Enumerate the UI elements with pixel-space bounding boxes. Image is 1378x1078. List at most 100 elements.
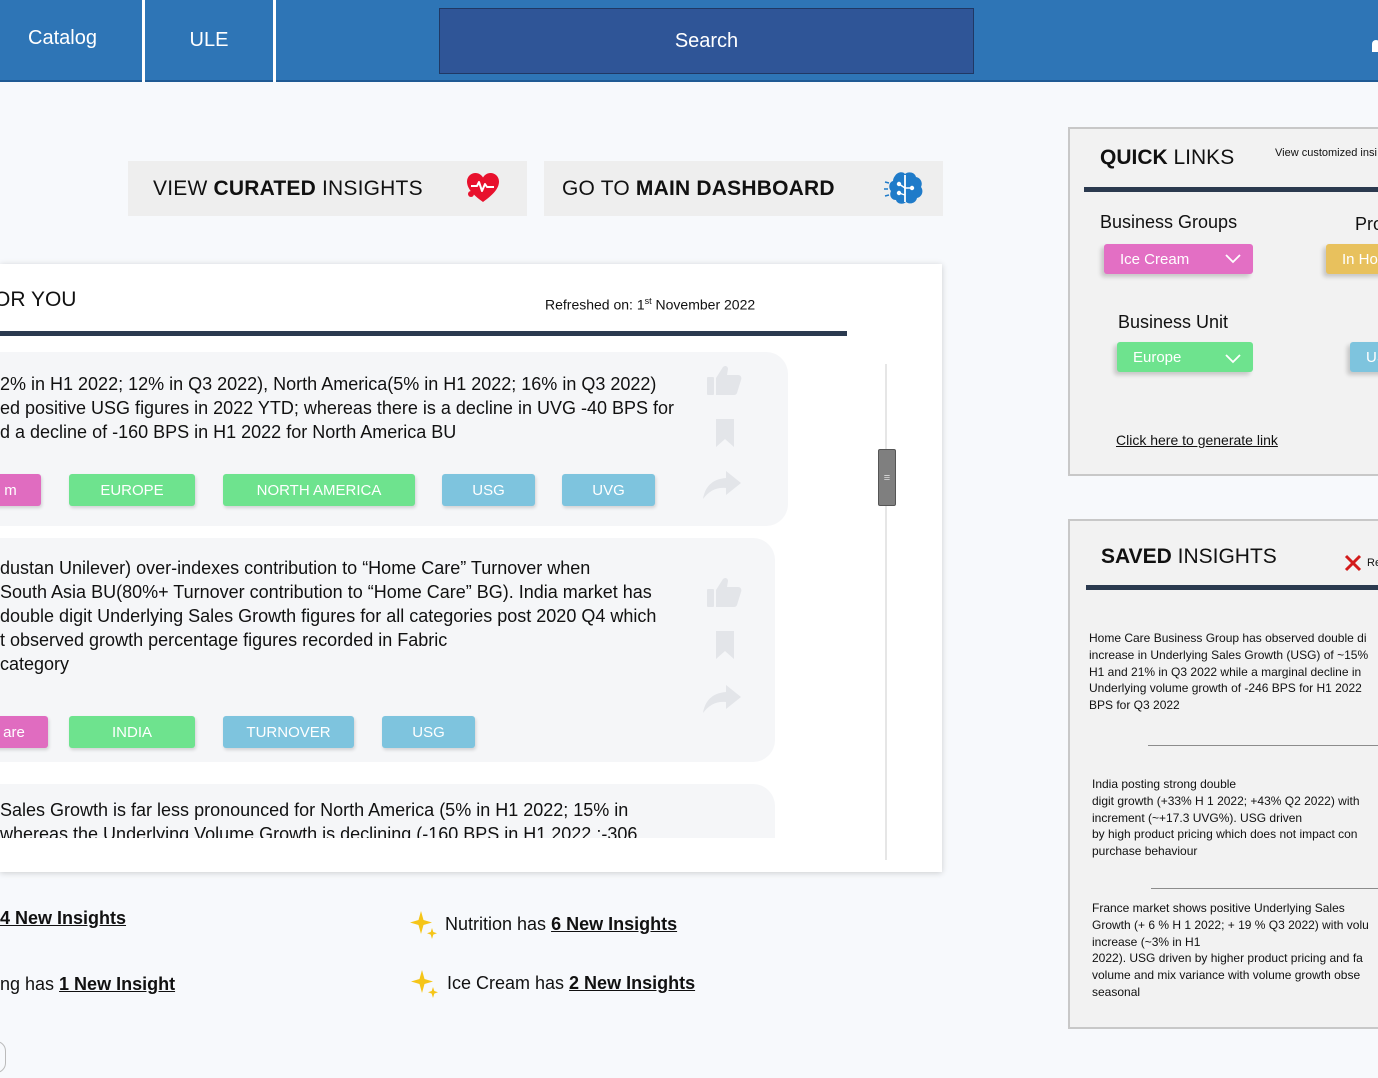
new-insights-item: 4 New Insights: [0, 908, 126, 929]
saved-divider: [1148, 745, 1378, 746]
generate-link[interactable]: Click here to generate link: [1116, 432, 1278, 448]
view-curated-insights-button[interactable]: VIEW CURATED INSIGHTS: [128, 161, 527, 216]
saved-line: Underlying volume growth of -246 BPS for…: [1089, 681, 1362, 696]
quick-links-title-rest: LINKS: [1167, 146, 1235, 169]
business-groups-value: Ice Cream: [1120, 250, 1190, 268]
insight-text: Sales Growth is far less pronounced for …: [0, 798, 637, 838]
refreshed-prefix: Refreshed on: 1: [545, 296, 645, 313]
insight-line: t observed growth percentage figures rec…: [0, 630, 448, 650]
saved-line: India posting strong double: [1092, 777, 1237, 791]
saved-line: France market shows positive Underlying …: [1092, 901, 1345, 915]
saved-line: seasonal: [1092, 984, 1141, 996]
quick-links-divider: [1084, 187, 1378, 192]
insight-card[interactable]: dustan Unilever) over-indexes contributi…: [0, 538, 775, 762]
tag-turnover[interactable]: TURNOVER: [223, 716, 354, 748]
bookmark-icon[interactable]: [715, 418, 735, 448]
saved-insights-title: SAVED INSIGHTS: [1101, 545, 1277, 569]
tag-business-group[interactable]: are: [0, 716, 48, 748]
chevron-down-icon: [1225, 254, 1241, 264]
remove-label[interactable]: Re: [1367, 557, 1378, 569]
quick-links-panel: QUICK LINKS View customized insi Busines…: [1068, 127, 1378, 476]
insight-line: double digit Underlying Sales Growth fig…: [0, 606, 657, 626]
business-unit-label: Business Unit: [1118, 312, 1229, 332]
saved-line: by high product pricing which does not i…: [1092, 827, 1358, 842]
dashboard-bold: MAIN DASHBOARD: [635, 176, 835, 200]
feed-scrollbar-thumb[interactable]: ≡: [878, 449, 896, 506]
insight-card[interactable]: 2% in H1 2022; 12% in Q3 2022), North Am…: [0, 352, 788, 526]
search-label: Search: [674, 29, 739, 52]
saved-line: volume and mix variance with volume grow…: [1092, 968, 1361, 983]
tag-usg[interactable]: USG: [382, 716, 475, 748]
product-value: In Ho: [1342, 250, 1378, 268]
insight-feed[interactable]: 2% in H1 2022; 12% in Q3 2022), North Am…: [0, 348, 870, 838]
insights-for-you-card: OR YOU Refreshed on: 1st November 2022 2…: [0, 264, 942, 872]
new-insights-link[interactable]: 2 New Insights: [569, 973, 695, 993]
tag-uvg[interactable]: UVG: [562, 474, 655, 506]
refreshed-suffix: November 2022: [651, 296, 756, 313]
title-divider: [0, 331, 847, 336]
curated-suffix: INSIGHTS: [322, 176, 423, 200]
saved-insight-item[interactable]: France market shows positive Underlying …: [1092, 900, 1369, 996]
heart-icon: [467, 173, 499, 202]
insight-line: South Asia BU(80%+ Turnover contribution…: [0, 582, 652, 602]
go-to-main-dashboard-button[interactable]: GO TO MAIN DASHBOARD: [544, 161, 943, 216]
sparkle-icon: [411, 970, 438, 998]
new-insights-prefix: Nutrition has: [445, 914, 552, 934]
bookmark-icon[interactable]: [715, 630, 735, 660]
saved-insights-divider: [1086, 585, 1378, 590]
insight-line: dustan Unilever) over-indexes contributi…: [0, 558, 591, 578]
saved-insights-title-rest: INSIGHTS: [1171, 545, 1277, 568]
saved-line: digit growth (+33% H 1 2022; +43% Q2 202…: [1092, 793, 1360, 808]
tag-usg[interactable]: USG: [442, 474, 535, 506]
business-unit-dropdown[interactable]: Europe: [1117, 342, 1253, 372]
search-button[interactable]: Search: [439, 8, 974, 74]
business-groups-label: Business Groups: [1100, 212, 1238, 232]
tag-business-group[interactable]: m: [0, 474, 41, 506]
thumbs-up-icon[interactable]: [706, 576, 742, 608]
product-dropdown[interactable]: In Ho: [1326, 244, 1378, 274]
top-nav-bar: Catalog ULE Search: [0, 0, 1378, 82]
saved-line: increase in Underlying Sales Growth (USG…: [1089, 647, 1369, 662]
saved-insight-item[interactable]: India posting strong double digit growth…: [1092, 776, 1360, 860]
insight-line: ed positive USG figures in 2022 YTD; whe…: [0, 398, 674, 418]
saved-line: Home Care Business Group has observed do…: [1089, 631, 1367, 645]
close-icon[interactable]: [1344, 554, 1362, 572]
tag-india[interactable]: INDIA: [69, 716, 195, 748]
insight-line: 2% in H1 2022; 12% in Q3 2022), North Am…: [0, 374, 657, 394]
help-button[interactable]: [0, 1041, 6, 1073]
saved-insight-item[interactable]: Home Care Business Group has observed do…: [1089, 630, 1368, 714]
quick-links-title-bold: QUICK: [1100, 146, 1168, 169]
business-unit-value: Europe: [1133, 348, 1182, 366]
new-insights-link[interactable]: 1 New Insight: [59, 974, 175, 994]
feed-scrollbar-track[interactable]: [885, 364, 887, 860]
tag-north-america[interactable]: NORTH AMERICA: [223, 474, 415, 506]
view-customized-link[interactable]: View customized insi: [1275, 147, 1377, 159]
card-title: OR YOU: [0, 288, 77, 311]
new-insights-link[interactable]: 4 New Insights: [0, 908, 126, 928]
refreshed-date: Refreshed on: 1st November 2022: [545, 296, 755, 313]
new-insights-prefix: ng has: [0, 974, 60, 994]
saved-line: purchase behaviour: [1092, 844, 1198, 859]
insight-card[interactable]: Sales Growth is far less pronounced for …: [0, 784, 775, 838]
share-icon[interactable]: [702, 684, 742, 714]
user-icon[interactable]: [1372, 40, 1378, 52]
product-label: Pro: [1355, 214, 1378, 234]
insight-text: 2% in H1 2022; 12% in Q3 2022), North Am…: [0, 372, 674, 444]
share-icon[interactable]: [702, 470, 742, 500]
saved-line: H1 and 21% in Q3 2022 while a marginal d…: [1089, 664, 1362, 679]
new-insights-link[interactable]: 6 New Insights: [551, 914, 677, 934]
curated-bold: CURATED: [213, 176, 316, 200]
quick-links-title: QUICK LINKS: [1100, 146, 1234, 170]
saved-line: BPS for Q3 2022: [1089, 698, 1180, 713]
unit-dropdown[interactable]: US: [1350, 342, 1378, 372]
business-groups-dropdown[interactable]: Ice Cream: [1104, 244, 1253, 274]
new-insights-item: Nutrition has 6 New Insights: [445, 914, 677, 935]
tag-europe[interactable]: EUROPE: [69, 474, 195, 506]
insight-text: dustan Unilever) over-indexes contributi…: [0, 556, 656, 676]
refreshed-sup: st: [644, 296, 652, 306]
tab-catalog[interactable]: Catalog: [0, 0, 142, 82]
saved-insights-panel: SAVED INSIGHTS Re Home Care Business Gro…: [1068, 519, 1378, 1029]
tab-ule[interactable]: ULE: [144, 0, 274, 82]
insight-line: d a decline of -160 BPS in H1 2022 for N…: [0, 422, 457, 442]
thumbs-up-icon[interactable]: [706, 364, 742, 396]
